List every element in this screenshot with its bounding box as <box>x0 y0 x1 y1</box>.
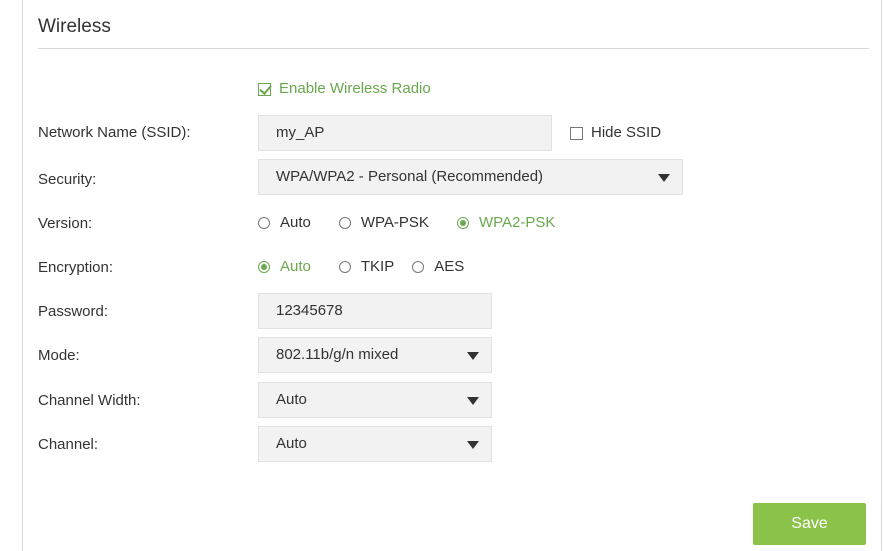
encryption-auto-radio[interactable]: Auto <box>258 258 311 275</box>
mode-select[interactable]: 802.11b/g/n mixed <box>258 337 492 373</box>
radio-selected-icon <box>258 260 270 273</box>
wireless-panel <box>22 0 882 551</box>
encryption-tkip-label: TKIP <box>360 258 395 275</box>
version-wpa-psk-radio[interactable]: WPA-PSK <box>338 214 429 231</box>
channel-width-select[interactable]: Auto <box>258 382 492 418</box>
ssid-label: Network Name (SSID): <box>38 124 191 141</box>
password-label: Password: <box>38 303 109 320</box>
enable-wireless-checkbox[interactable]: Enable Wireless Radio <box>258 80 431 98</box>
encryption-auto-label: Auto <box>280 258 311 275</box>
channel-label: Channel: <box>38 436 99 453</box>
checkbox-unchecked-icon <box>570 126 583 140</box>
version-label: Version: <box>38 215 93 232</box>
ssid-input[interactable]: my_AP <box>258 115 552 151</box>
version-radio-group: Auto WPA-PSK WPA2-PSK <box>258 214 583 231</box>
encryption-aes-radio[interactable]: AES <box>412 258 464 275</box>
dropdown-arrow-icon <box>658 174 670 182</box>
enable-wireless-label: Enable Wireless Radio <box>279 80 431 97</box>
channel-value: Auto <box>276 435 307 452</box>
encryption-tkip-radio[interactable]: TKIP <box>338 258 395 275</box>
version-wpa2-psk-label: WPA2-PSK <box>478 214 556 231</box>
security-select[interactable]: WPA/WPA2 - Personal (Recommended) <box>258 159 683 195</box>
version-auto-label: Auto <box>280 214 311 231</box>
version-wpa-psk-label: WPA-PSK <box>360 214 429 231</box>
security-label: Security: <box>38 171 97 188</box>
version-auto-radio[interactable]: Auto <box>258 214 311 231</box>
channel-width-label: Channel Width: <box>38 392 141 409</box>
password-input[interactable]: 12345678 <box>258 293 492 329</box>
hide-ssid-checkbox[interactable]: Hide SSID <box>570 124 661 142</box>
encryption-radio-group: Auto TKIP AES <box>258 258 492 275</box>
section-title: Wireless <box>38 16 111 37</box>
mode-label: Mode: <box>38 347 80 364</box>
channel-select[interactable]: Auto <box>258 426 492 462</box>
radio-icon <box>412 260 425 273</box>
radio-icon <box>338 260 351 273</box>
hide-ssid-label: Hide SSID <box>591 124 662 141</box>
radio-selected-icon <box>456 216 469 229</box>
checkbox-checked-icon <box>258 82 271 96</box>
radio-icon <box>258 216 270 229</box>
channel-width-value: Auto <box>276 391 307 408</box>
encryption-aes-label: AES <box>434 258 465 275</box>
version-wpa2-psk-radio[interactable]: WPA2-PSK <box>456 214 556 231</box>
encryption-label: Encryption: <box>38 259 114 276</box>
save-button[interactable]: Save <box>753 503 866 545</box>
dropdown-arrow-icon <box>467 441 479 449</box>
dropdown-arrow-icon <box>467 397 479 405</box>
dropdown-arrow-icon <box>467 352 479 360</box>
mode-value: 802.11b/g/n mixed <box>276 346 399 363</box>
title-divider <box>38 48 869 49</box>
radio-icon <box>338 216 351 229</box>
security-value: WPA/WPA2 - Personal (Recommended) <box>276 168 544 185</box>
